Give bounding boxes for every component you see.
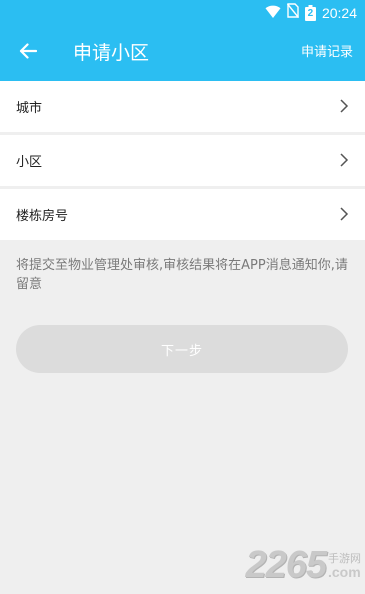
back-button[interactable] — [10, 39, 46, 67]
form-list: 城市 小区 楼栋房号 — [0, 81, 365, 240]
app-header: 申请小区 申请记录 — [0, 25, 365, 81]
battery-level: 2 — [307, 7, 314, 19]
city-label: 城市 — [16, 101, 43, 116]
site-watermark: 2265 手游网 .com — [245, 540, 361, 584]
chevron-right-icon — [339, 206, 349, 222]
watermark-domain: .com — [328, 564, 361, 580]
status-icons: 2 20:24 — [265, 3, 357, 22]
watermark-number: 2265 — [245, 544, 327, 586]
wifi-icon — [265, 3, 281, 22]
application-records-link[interactable]: 申请记录 — [301, 42, 353, 64]
page-title: 申请小区 — [73, 42, 150, 64]
community-label: 小区 — [16, 155, 43, 170]
review-notice: 将提交至物业管理处审核,审核结果将在APP消息通知你,请留意 — [16, 258, 348, 292]
community-row[interactable]: 小区 — [0, 135, 365, 186]
battery-icon: 2 — [304, 4, 316, 21]
city-row[interactable]: 城市 — [0, 81, 365, 132]
building-room-label: 楼栋房号 — [16, 209, 69, 224]
chevron-right-icon — [339, 152, 349, 168]
next-step-button[interactable]: 下一步 — [16, 325, 348, 373]
building-room-row[interactable]: 楼栋房号 — [0, 189, 365, 240]
status-time: 20:24 — [321, 4, 357, 21]
no-sim-icon — [286, 3, 299, 22]
arrow-left-icon — [19, 43, 38, 63]
chevron-right-icon — [339, 98, 349, 114]
status-bar: 2 20:24 — [0, 0, 365, 25]
